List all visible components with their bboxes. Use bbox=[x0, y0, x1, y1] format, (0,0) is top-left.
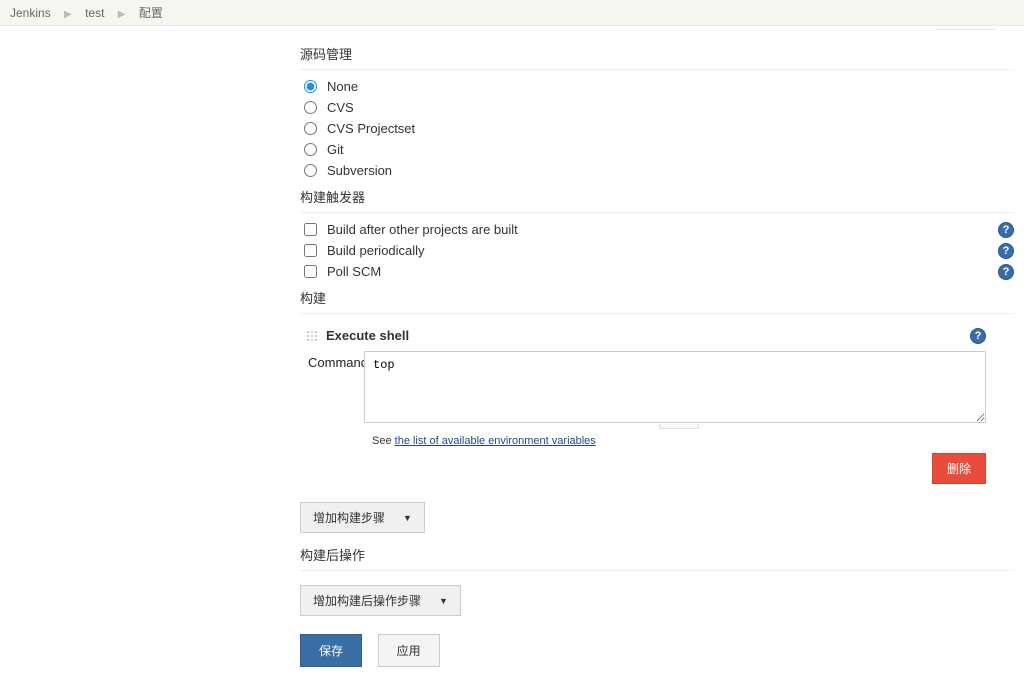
radio-cvs[interactable] bbox=[304, 101, 317, 114]
env-vars-link[interactable]: the list of available environment variab… bbox=[395, 435, 596, 447]
breadcrumb: Jenkins ▶ test ▶ 配置 bbox=[0, 0, 1024, 26]
scm-label: CVS Projectset bbox=[327, 121, 415, 136]
build-step-title: Execute shell bbox=[326, 328, 409, 343]
partial-button-edge bbox=[936, 20, 996, 30]
see-prefix: See bbox=[372, 435, 395, 447]
add-build-step-button[interactable]: 增加构建步骤 ▼ bbox=[300, 502, 425, 533]
build-step-execute-shell: Execute shell ? Command See the list of … bbox=[300, 324, 1014, 490]
chevron-right-icon: ▶ bbox=[118, 9, 126, 20]
save-button[interactable]: 保存 bbox=[300, 634, 362, 667]
section-triggers-title: 构建触发器 bbox=[300, 181, 1014, 212]
chevron-right-icon: ▶ bbox=[64, 9, 72, 20]
breadcrumb-jenkins[interactable]: Jenkins bbox=[10, 6, 51, 20]
add-postbuild-step-label: 增加构建后操作步骤 bbox=[313, 592, 421, 609]
breadcrumb-config[interactable]: 配置 bbox=[139, 6, 163, 20]
radio-subversion[interactable] bbox=[304, 164, 317, 177]
add-build-step-label: 增加构建步骤 bbox=[313, 509, 385, 526]
add-postbuild-step-button[interactable]: 增加构建后操作步骤 ▼ bbox=[300, 585, 461, 616]
help-icon[interactable]: ? bbox=[998, 222, 1014, 238]
section-build-title: 构建 bbox=[300, 282, 1014, 313]
divider bbox=[300, 212, 1014, 213]
scm-label: Subversion bbox=[327, 163, 392, 178]
help-icon[interactable]: ? bbox=[998, 264, 1014, 280]
section-postbuild-title: 构建后操作 bbox=[300, 539, 1014, 570]
trigger-label: Build periodically bbox=[327, 243, 425, 258]
checkbox-build-periodically[interactable] bbox=[304, 244, 317, 257]
caret-down-icon: ▼ bbox=[439, 596, 448, 606]
apply-button[interactable]: 应用 bbox=[378, 634, 440, 667]
caret-down-icon: ▼ bbox=[403, 513, 412, 523]
scm-option-none[interactable]: None bbox=[300, 76, 1014, 97]
radio-git[interactable] bbox=[304, 143, 317, 156]
breadcrumb-test[interactable]: test bbox=[85, 6, 104, 20]
delete-step-button[interactable]: 删除 bbox=[932, 453, 986, 484]
scm-option-cvs[interactable]: CVS bbox=[300, 97, 1014, 118]
drag-handle-icon[interactable] bbox=[306, 330, 318, 342]
radio-cvs-projectset[interactable] bbox=[304, 122, 317, 135]
divider bbox=[300, 313, 1014, 314]
trigger-poll-scm[interactable]: Poll SCM ? bbox=[300, 261, 1014, 282]
section-scm-title: 源码管理 bbox=[300, 38, 1014, 69]
build-step-header: Execute shell ? bbox=[300, 324, 1014, 347]
command-textarea[interactable] bbox=[364, 351, 986, 423]
divider bbox=[300, 69, 1014, 70]
checkbox-poll-scm[interactable] bbox=[304, 265, 317, 278]
trigger-build-after[interactable]: Build after other projects are built ? bbox=[300, 219, 1014, 240]
scm-label: None bbox=[327, 79, 358, 94]
trigger-label: Build after other projects are built bbox=[327, 222, 518, 237]
scm-option-git[interactable]: Git bbox=[300, 139, 1014, 160]
trigger-label: Poll SCM bbox=[327, 264, 381, 279]
scm-option-cvs-projectset[interactable]: CVS Projectset bbox=[300, 118, 1014, 139]
trigger-build-periodically[interactable]: Build periodically ? bbox=[300, 240, 1014, 261]
scm-label: Git bbox=[327, 142, 344, 157]
radio-none[interactable] bbox=[304, 80, 317, 93]
command-label: Command bbox=[308, 351, 364, 370]
help-icon[interactable]: ? bbox=[970, 328, 986, 344]
divider bbox=[300, 570, 1014, 571]
env-vars-hint: See the list of available environment va… bbox=[372, 429, 1014, 447]
scm-label: CVS bbox=[327, 100, 354, 115]
help-icon[interactable]: ? bbox=[998, 243, 1014, 259]
checkbox-build-after[interactable] bbox=[304, 223, 317, 236]
scm-option-subversion[interactable]: Subversion bbox=[300, 160, 1014, 181]
